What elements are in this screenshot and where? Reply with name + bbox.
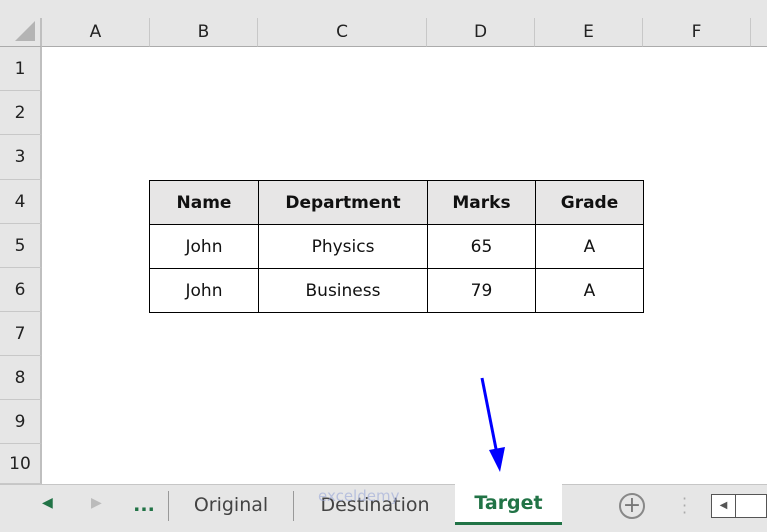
table-row: John Physics 65 A: [149, 224, 644, 269]
splitter-handle-icon[interactable]: · · ·: [682, 491, 687, 521]
header-cell-name[interactable]: Name: [149, 180, 259, 225]
row-header-9[interactable]: 9: [0, 400, 42, 444]
row-header-8[interactable]: 8: [0, 356, 42, 400]
row-header-2[interactable]: 2: [0, 91, 42, 135]
table-header-row: Name Department Marks Grade: [149, 180, 644, 225]
watermark-logo: exceldemy: [318, 487, 400, 505]
table-cell[interactable]: A: [535, 268, 644, 313]
horizontal-scrollbar[interactable]: ◀: [711, 494, 767, 518]
tab-original[interactable]: Original: [170, 485, 292, 525]
row-header-1[interactable]: 1: [0, 47, 42, 91]
column-header-c[interactable]: C: [258, 18, 427, 47]
column-header-a[interactable]: A: [42, 18, 150, 47]
column-header-g[interactable]: [751, 18, 767, 47]
more-tabs-button[interactable]: ...: [128, 485, 160, 525]
row-header-7[interactable]: 7: [0, 312, 42, 356]
table-row: John Business 79 A: [149, 268, 644, 313]
row-header-10[interactable]: 10: [0, 444, 42, 484]
top-strip: [0, 0, 767, 18]
row-header-5[interactable]: 5: [0, 224, 42, 268]
table-cell[interactable]: 65: [427, 224, 536, 269]
scroll-tabs-left-icon[interactable]: ◀: [42, 495, 53, 511]
data-table: Name Department Marks Grade John Physics…: [149, 180, 644, 313]
column-header-e[interactable]: E: [535, 18, 643, 47]
column-header-b[interactable]: B: [150, 18, 258, 47]
table-cell[interactable]: Physics: [258, 224, 428, 269]
table-cell[interactable]: 79: [427, 268, 536, 313]
arrow-annotation-icon: [480, 377, 505, 472]
column-header-d[interactable]: D: [427, 18, 535, 47]
select-all-button[interactable]: [0, 18, 42, 47]
header-cell-department[interactable]: Department: [258, 180, 428, 225]
header-cell-marks[interactable]: Marks: [427, 180, 536, 225]
sheet-tab-bar: ◀ ▶ ... Original Destination exceldemy T…: [0, 484, 767, 532]
table-cell[interactable]: Business: [258, 268, 428, 313]
header-cell-grade[interactable]: Grade: [535, 180, 644, 225]
table-cell[interactable]: A: [535, 224, 644, 269]
tab-separator: [168, 491, 169, 521]
table-cell[interactable]: John: [149, 268, 259, 313]
table-cell[interactable]: John: [149, 224, 259, 269]
scroll-tabs-right-icon[interactable]: ▶: [91, 495, 102, 511]
row-header-4[interactable]: 4: [0, 180, 42, 224]
scroll-left-icon[interactable]: ◀: [712, 495, 736, 517]
column-header-f[interactable]: F: [643, 18, 751, 47]
row-header-6[interactable]: 6: [0, 268, 42, 312]
tab-separator: [293, 491, 294, 521]
select-all-triangle-icon: [15, 21, 35, 41]
plus-circle-icon[interactable]: +: [619, 493, 645, 519]
row-header-3[interactable]: 3: [0, 135, 42, 180]
tab-target[interactable]: Target: [455, 484, 562, 525]
